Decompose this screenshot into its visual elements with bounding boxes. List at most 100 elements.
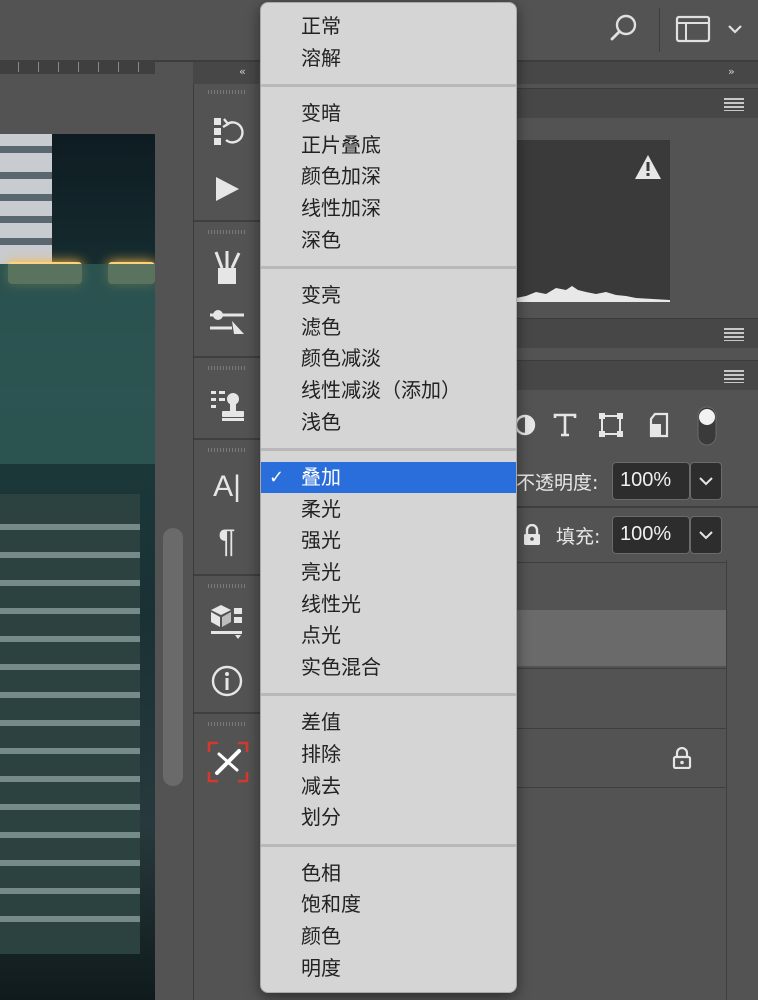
adjustments-panel-header [516, 318, 758, 348]
panel-grip[interactable] [208, 90, 246, 94]
paragraph-icon[interactable]: ¶ [208, 522, 246, 560]
panel-menu-icon[interactable] [724, 370, 744, 383]
menu-separator [261, 266, 516, 270]
plugin-x-icon[interactable] [206, 740, 250, 784]
filter-toggle[interactable] [696, 406, 718, 446]
info-icon[interactable] [208, 662, 246, 700]
tool-group-info [194, 578, 260, 714]
layers-panel-header [516, 360, 758, 390]
blend-mode-option[interactable]: 饱和度 [261, 889, 516, 920]
type-filter-icon[interactable] [550, 410, 580, 440]
document-photo[interactable] [0, 134, 155, 1000]
layer-row[interactable] [516, 562, 726, 606]
blend-mode-label: 变亮 [301, 283, 341, 308]
tool-group-brushes [194, 224, 260, 358]
blend-mode-option[interactable]: 实色混合 [261, 652, 516, 683]
blend-mode-option[interactable]: 划分 [261, 802, 516, 833]
shape-filter-icon[interactable] [596, 410, 626, 440]
opacity-label: 不透明度: [516, 472, 599, 494]
3d-icon[interactable] [208, 602, 246, 640]
opacity-input[interactable]: 100% [612, 462, 690, 500]
blend-mode-option[interactable]: 正常 [261, 11, 516, 42]
panel-grip[interactable] [208, 366, 246, 370]
layer-row-background[interactable] [516, 728, 726, 788]
blend-mode-option[interactable]: 变亮 [261, 280, 516, 311]
panel-grip[interactable] [208, 448, 246, 452]
blend-mode-option[interactable]: 亮光 [261, 557, 516, 588]
blend-mode-label: 色相 [301, 860, 341, 885]
menu-separator [261, 448, 516, 452]
blend-mode-label: 亮光 [301, 560, 341, 584]
building-facade [0, 134, 52, 264]
fill-dropdown[interactable] [690, 516, 722, 554]
panel-grip[interactable] [208, 722, 246, 726]
menu-separator [261, 693, 516, 697]
blend-mode-label: 实色混合 [301, 654, 381, 679]
lock-icon[interactable] [672, 747, 692, 769]
blend-mode-option[interactable]: 减去 [261, 771, 516, 802]
blend-mode-label: 正常 [301, 14, 341, 38]
blend-mode-option[interactable]: 明度 [261, 953, 516, 984]
adjust-sliders-icon[interactable] [208, 304, 246, 342]
blend-mode-option-selected[interactable]: ✓ 叠加 [261, 462, 516, 494]
blend-mode-label: 叠加 [301, 465, 341, 490]
character-icon[interactable]: A| [208, 468, 246, 506]
menu-separator [261, 84, 516, 88]
blend-mode-option[interactable]: 差值 [261, 707, 516, 738]
history-brush-icon[interactable] [208, 112, 246, 150]
collapse-panels-button[interactable]: ‹‹ [239, 65, 246, 78]
blend-mode-label: 深色 [301, 227, 341, 252]
horizontal-ruler [0, 60, 155, 74]
panel-grip[interactable] [208, 230, 246, 234]
blend-mode-option[interactable]: 颜色加深 [261, 161, 516, 192]
blend-mode-label: 线性减淡（添加） [301, 378, 461, 402]
blend-mode-option[interactable]: 线性光 [261, 589, 516, 620]
layers-scroll-track[interactable] [726, 560, 758, 1000]
panel-menu-icon[interactable] [724, 98, 744, 111]
blend-mode-option[interactable]: 排除 [261, 739, 516, 770]
blend-mode-label: 强光 [301, 528, 341, 553]
layer-row[interactable] [516, 668, 726, 726]
layer-row-selected[interactable] [516, 610, 726, 666]
fill-row: 填充: 100% [516, 510, 758, 560]
blend-mode-label: 划分 [301, 805, 341, 830]
expand-panels-button[interactable]: ›› [728, 65, 735, 78]
blend-mode-option[interactable]: 点光 [261, 620, 516, 651]
play-icon[interactable] [208, 170, 246, 208]
blend-mode-label: 浅色 [301, 409, 341, 434]
blend-mode-label: 变暗 [301, 101, 341, 126]
clone-stamp-icon[interactable] [208, 386, 246, 424]
lock-all-icon[interactable] [522, 524, 542, 546]
blend-mode-option[interactable]: 强光 [261, 525, 516, 556]
panel-icon-strip: A| ¶ [193, 84, 260, 1000]
tool-group-plugin [194, 716, 260, 796]
blend-mode-option[interactable]: 滤色 [261, 312, 516, 343]
panel-grip[interactable] [208, 584, 246, 588]
blend-mode-label: 点光 [301, 623, 341, 648]
smart-object-filter-icon[interactable] [644, 410, 674, 440]
blend-mode-option[interactable]: 变暗 [261, 98, 516, 129]
blend-mode-option[interactable]: 深色 [261, 225, 516, 256]
collapsed-panel-header: ‹‹ [193, 62, 259, 84]
blend-mode-option[interactable]: 正片叠底 [261, 130, 516, 161]
blend-mode-option[interactable]: 线性减淡（添加） [261, 375, 516, 406]
brushes-icon[interactable] [208, 248, 246, 286]
panel-menu-icon[interactable] [724, 328, 744, 341]
blend-mode-option[interactable]: 色相 [261, 858, 516, 889]
blend-mode-menu: 正常溶解变暗正片叠底 颜色加深 线性加深深色变亮滤色 颜色减淡线性减淡（添加） 浅色 ✓ 叠… [260, 2, 517, 993]
vertical-scrollbar[interactable] [163, 528, 183, 786]
fill-input[interactable]: 100% [612, 516, 690, 554]
opacity-row: 不透明度: 100% [516, 456, 758, 506]
blend-mode-option[interactable]: 柔光 [261, 494, 516, 525]
blend-mode-option[interactable]: 浅色 [261, 407, 516, 438]
chevron-down-icon[interactable] [726, 20, 744, 38]
blend-mode-option[interactable]: 线性加深 [261, 193, 516, 224]
search-icon[interactable] [606, 10, 642, 46]
blend-mode-label: 减去 [301, 773, 341, 798]
workspace-layout-icon[interactable] [675, 14, 711, 44]
blend-mode-option[interactable]: 溶解 [261, 43, 516, 74]
warning-icon[interactable] [634, 154, 662, 180]
blend-mode-option[interactable]: 颜色 [261, 921, 516, 952]
opacity-dropdown[interactable] [690, 462, 722, 500]
blend-mode-option[interactable]: 颜色减淡 [261, 343, 516, 374]
